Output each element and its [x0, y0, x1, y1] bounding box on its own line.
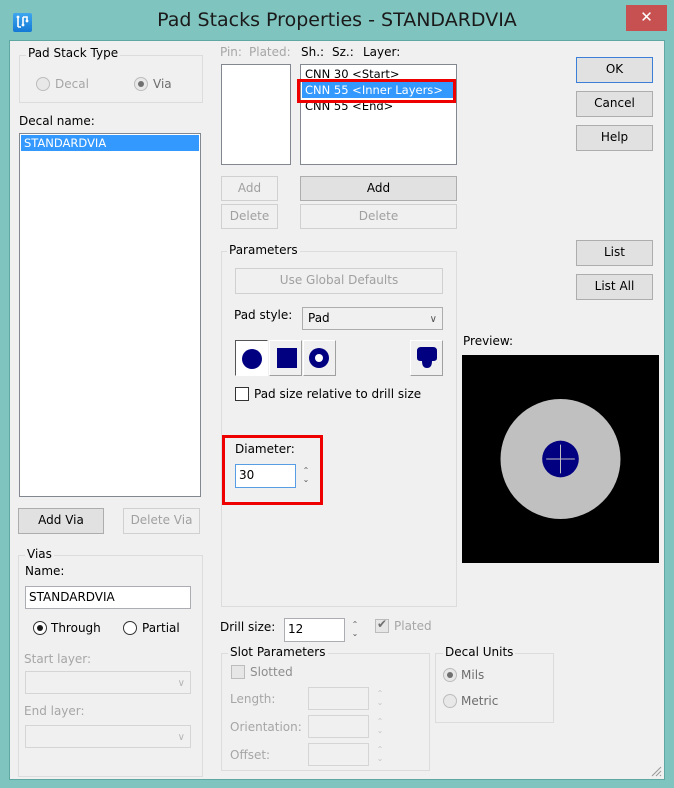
spin-down-icon[interactable]: ⌄ — [301, 475, 311, 484]
add-via-button[interactable]: Add Via — [18, 508, 104, 534]
pin-list[interactable] — [221, 64, 291, 165]
decal-radio-label: Decal — [55, 77, 89, 91]
metric-label: Metric — [461, 694, 499, 708]
spin-up-icon[interactable]: ⌃ — [350, 620, 360, 629]
plated-checkbox[interactable]: ✔ — [375, 617, 389, 633]
diameter-input[interactable]: 30 — [235, 464, 296, 488]
dialog-client-area: Pad Stack Type Decal Via Decal name: STA… — [9, 40, 665, 780]
pad-preview — [500, 399, 621, 519]
window-frame: Pad Stacks Properties - STANDARDVIA ✕ Pa… — [0, 0, 674, 788]
length-input[interactable] — [308, 687, 369, 710]
via-radio[interactable] — [134, 77, 148, 91]
pad-style-select[interactable]: Pad ∨ — [302, 307, 443, 330]
through-radio-label: Through — [51, 621, 101, 635]
vias-group-label: Vias — [25, 547, 54, 561]
start-layer-select[interactable]: ∨ — [25, 671, 191, 694]
pad-style-label: Pad style: — [234, 308, 293, 322]
layer-header: Layer: — [363, 45, 401, 59]
delete-via-button[interactable]: Delete Via — [123, 508, 200, 534]
slotted-label: Slotted — [250, 665, 293, 679]
orientation-label: Orientation: — [230, 720, 302, 734]
annular-pad-icon — [309, 348, 329, 368]
orientation-spinner[interactable]: ⌃ ⌄ — [375, 717, 385, 735]
close-icon: ✕ — [640, 8, 653, 26]
list-all-button[interactable]: List All — [576, 274, 653, 300]
drill-size-input[interactable]: 12 — [284, 618, 345, 642]
end-layer-label: End layer: — [24, 704, 85, 718]
square-pad-icon — [277, 348, 297, 368]
layer-delete-button[interactable]: Delete — [300, 204, 457, 229]
shape-header: Sh.: — [301, 45, 325, 59]
chevron-down-icon: ∨ — [177, 732, 185, 743]
pin-header: Pin: — [220, 45, 242, 59]
via-radio-label: Via — [153, 77, 172, 91]
mils-radio[interactable] — [443, 668, 457, 682]
via-name-input[interactable]: STANDARDVIA — [25, 586, 191, 609]
diameter-label: Diameter: — [235, 442, 295, 456]
relative-size-checkbox[interactable] — [235, 387, 249, 401]
close-button[interactable]: ✕ — [626, 5, 667, 31]
preview-label: Preview: — [463, 334, 514, 348]
decal-name-label: Decal name: — [19, 114, 95, 128]
decal-units-label: Decal Units — [443, 645, 516, 659]
use-global-defaults-button[interactable]: Use Global Defaults — [235, 268, 443, 294]
custom-pad-icon — [417, 347, 437, 368]
pin-add-button[interactable]: Add — [221, 176, 278, 201]
square-shape-button[interactable] — [269, 340, 302, 376]
plated-label: Plated — [394, 619, 432, 633]
size-header: Sz.: — [332, 45, 354, 59]
slot-parameters-label: Slot Parameters — [228, 645, 328, 659]
decal-name-list[interactable]: STANDARDVIA — [19, 133, 201, 497]
diameter-spinner[interactable]: ⌃ ⌄ — [301, 466, 311, 484]
through-radio[interactable] — [33, 621, 47, 635]
partial-radio-label: Partial — [142, 621, 180, 635]
preview-canvas — [462, 355, 659, 563]
ok-button[interactable]: OK — [576, 57, 653, 83]
end-layer-select[interactable]: ∨ — [25, 725, 191, 748]
offset-label: Offset: — [230, 748, 271, 762]
layer-add-button[interactable]: Add — [300, 176, 457, 201]
drill-size-label: Drill size: — [220, 620, 276, 634]
drill-size-spinner[interactable]: ⌃ ⌄ — [350, 620, 360, 638]
partial-radio[interactable] — [123, 621, 137, 635]
list-button[interactable]: List — [576, 240, 653, 266]
layer-selection-highlight — [297, 79, 456, 103]
plated-header: Plated: — [249, 45, 291, 59]
length-label: Length: — [230, 692, 276, 706]
mils-label: Mils — [461, 668, 485, 682]
parameters-group-label: Parameters — [227, 243, 300, 257]
via-name-label: Name: — [25, 564, 65, 578]
slotted-checkbox[interactable] — [231, 665, 245, 679]
custom-shape-button[interactable] — [410, 340, 443, 376]
start-layer-label: Start layer: — [24, 652, 92, 666]
spin-up-icon[interactable]: ⌃ — [301, 466, 311, 475]
offset-input[interactable] — [308, 743, 369, 766]
parameters-group — [221, 251, 457, 607]
metric-radio[interactable] — [443, 694, 457, 708]
decal-units-group — [435, 653, 554, 723]
help-button[interactable]: Help — [576, 125, 653, 151]
chevron-down-icon: ∨ — [177, 678, 185, 689]
checkmark-icon: ✔ — [377, 617, 388, 631]
round-shape-button[interactable] — [235, 340, 268, 376]
annular-shape-button[interactable] — [303, 340, 336, 376]
spin-down-icon[interactable]: ⌄ — [350, 629, 360, 638]
list-item[interactable]: STANDARDVIA — [21, 135, 199, 151]
title-bar[interactable]: Pad Stacks Properties - STANDARDVIA ✕ — [0, 0, 674, 40]
pad-stack-type-label: Pad Stack Type — [26, 46, 121, 60]
length-spinner[interactable]: ⌃ ⌄ — [375, 689, 385, 707]
offset-spinner[interactable]: ⌃ ⌄ — [375, 745, 385, 763]
window-title: Pad Stacks Properties - STANDARDVIA — [157, 9, 517, 31]
decal-radio[interactable] — [36, 77, 50, 91]
relative-size-label: Pad size relative to drill size — [254, 387, 422, 401]
cancel-button[interactable]: Cancel — [576, 91, 653, 117]
chevron-down-icon: ∨ — [429, 314, 437, 325]
round-pad-icon — [242, 349, 262, 369]
resize-grip-icon[interactable] — [650, 765, 662, 777]
orientation-input[interactable] — [308, 715, 369, 738]
pin-delete-button[interactable]: Delete — [221, 204, 278, 229]
